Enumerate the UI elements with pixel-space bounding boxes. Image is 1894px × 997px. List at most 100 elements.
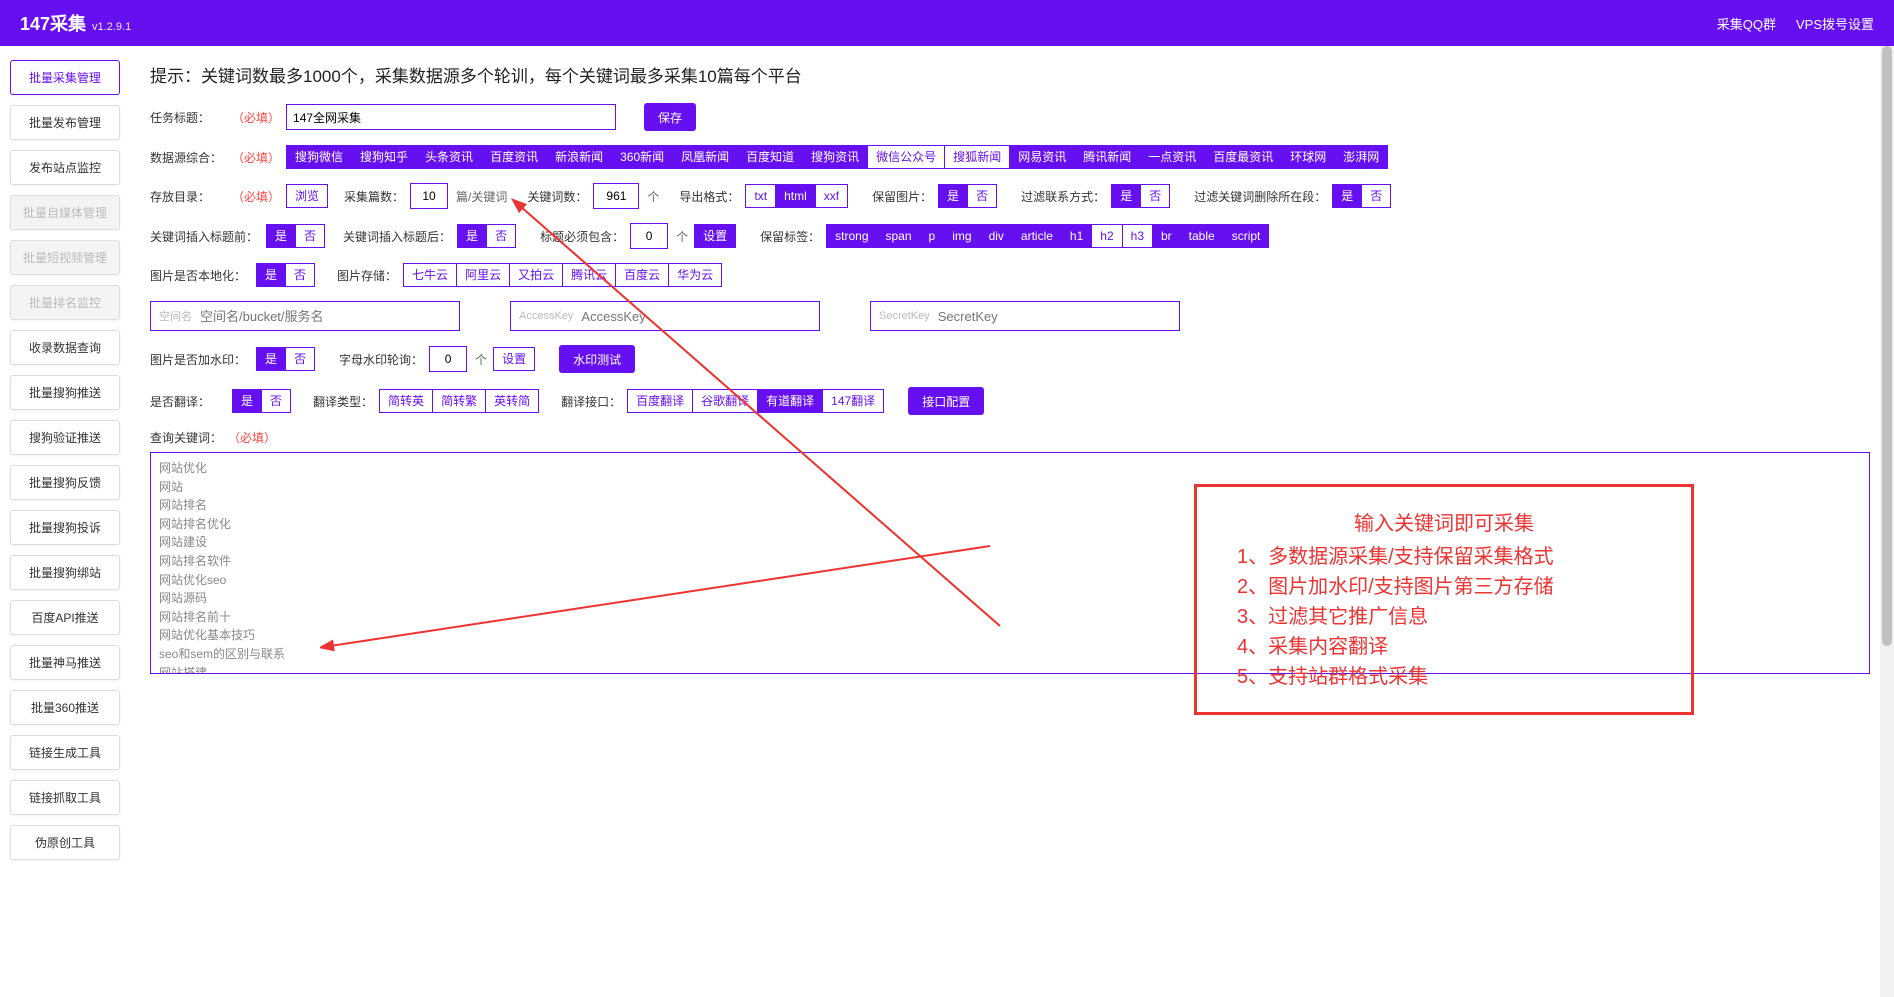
keeptags-opt-5[interactable]: article [1013, 224, 1062, 248]
kw-before-yes[interactable]: 是 [266, 224, 296, 248]
sources-opt-16[interactable]: 澎湃网 [1335, 145, 1388, 169]
exportfmt-opt-1[interactable]: html [776, 184, 816, 208]
keeptags-opt-2[interactable]: p [921, 224, 945, 248]
filter-kw-del-no[interactable]: 否 [1362, 184, 1391, 208]
keeptags-opt-3[interactable]: img [944, 224, 980, 248]
secretkey-input-wrap[interactable]: SecretKey [870, 301, 1180, 331]
scrollbar[interactable] [1880, 46, 1894, 997]
imgstores-opt-2[interactable]: 又拍云 [510, 263, 563, 287]
imgstores-opt-1[interactable]: 阿里云 [457, 263, 510, 287]
sources-opt-11[interactable]: 网易资讯 [1010, 145, 1075, 169]
transtypes-opt-0[interactable]: 简转英 [379, 389, 433, 413]
sidebar-item-0[interactable]: 批量采集管理 [10, 60, 120, 95]
browse-button[interactable]: 浏览 [286, 184, 328, 208]
link-vps[interactable]: VPS拨号设置 [1796, 14, 1874, 33]
collect-num-input[interactable] [410, 183, 448, 209]
kw-count-input[interactable] [593, 183, 639, 209]
sidebar-item-12[interactable]: 百度API推送 [10, 600, 120, 635]
filter-contact-no[interactable]: 否 [1141, 184, 1170, 208]
kw-after-yes[interactable]: 是 [457, 224, 487, 248]
keep-img-yes[interactable]: 是 [938, 184, 968, 208]
imgstores-opt-4[interactable]: 百度云 [616, 263, 669, 287]
imgstores-opt-5[interactable]: 华为云 [669, 263, 722, 287]
sources-opt-10[interactable]: 搜狐新闻 [945, 145, 1010, 169]
space-input-wrap[interactable]: 空间名 [150, 301, 460, 331]
keeptags-opt-8[interactable]: h3 [1123, 224, 1153, 248]
kw-before-no[interactable]: 否 [296, 224, 325, 248]
scrollbar-thumb[interactable] [1882, 46, 1892, 646]
sources-opt-13[interactable]: 一点资讯 [1140, 145, 1205, 169]
sidebar-item-2[interactable]: 发布站点监控 [10, 150, 120, 185]
keeptags-opt-9[interactable]: br [1153, 224, 1181, 248]
sources-opt-8[interactable]: 搜狗资讯 [803, 145, 868, 169]
accesskey-input[interactable] [581, 309, 811, 324]
sidebar-item-7[interactable]: 批量搜狗推送 [10, 375, 120, 410]
secretkey-input[interactable] [938, 309, 1171, 324]
sidebar-item-13[interactable]: 批量神马推送 [10, 645, 120, 680]
sidebar-item-14[interactable]: 批量360推送 [10, 690, 120, 725]
filter-kw-del-yes[interactable]: 是 [1332, 184, 1362, 208]
imgstores-opt-3[interactable]: 腾讯云 [563, 263, 616, 287]
keeptags-opt-11[interactable]: script [1224, 224, 1270, 248]
sources-opt-1[interactable]: 搜狗知乎 [352, 145, 417, 169]
sources-opt-7[interactable]: 百度知道 [738, 145, 803, 169]
sidebar-item-10[interactable]: 批量搜狗投诉 [10, 510, 120, 545]
kw-after-no[interactable]: 否 [487, 224, 516, 248]
transapis-opt-2[interactable]: 有道翻译 [758, 389, 823, 413]
sidebar-item-11[interactable]: 批量搜狗绑站 [10, 555, 120, 590]
sources-opt-4[interactable]: 新浪新闻 [547, 145, 612, 169]
sources-opt-3[interactable]: 百度资讯 [482, 145, 547, 169]
rotate-input[interactable] [429, 346, 467, 372]
transtypes-opt-2[interactable]: 英转简 [486, 389, 539, 413]
sources-opt-14[interactable]: 百度最资讯 [1205, 145, 1282, 169]
exportfmt-opt-2[interactable]: xxf [816, 184, 848, 208]
sources-opt-5[interactable]: 360新闻 [612, 145, 673, 169]
keeptags-opt-10[interactable]: table [1181, 224, 1224, 248]
accesskey-input-wrap[interactable]: AccessKey [510, 301, 820, 331]
save-button[interactable]: 保存 [644, 103, 696, 131]
keeptags-opt-7[interactable]: h2 [1092, 224, 1122, 248]
sources-opt-9[interactable]: 微信公众号 [868, 145, 945, 169]
trans-type-group: 简转英简转繁英转简 [379, 389, 539, 413]
imgstores-opt-0[interactable]: 七牛云 [403, 263, 457, 287]
img-wm-no[interactable]: 否 [286, 347, 315, 371]
keeptags-opt-4[interactable]: div [981, 224, 1013, 248]
transapis-opt-1[interactable]: 谷歌翻译 [693, 389, 758, 413]
sidebar-item-1[interactable]: 批量发布管理 [10, 105, 120, 140]
sources-opt-6[interactable]: 凤凰新闻 [673, 145, 738, 169]
img-local-yes[interactable]: 是 [256, 263, 286, 287]
rotate-set-button[interactable]: 设置 [493, 347, 535, 371]
exportfmt-opt-0[interactable]: txt [745, 184, 776, 208]
keeptags-opt-0[interactable]: strong [826, 224, 877, 248]
transtypes-opt-1[interactable]: 简转繁 [433, 389, 486, 413]
sidebar-item-8[interactable]: 搜狗验证推送 [10, 420, 120, 455]
space-input[interactable] [200, 309, 451, 324]
sources-opt-12[interactable]: 腾讯新闻 [1075, 145, 1140, 169]
sidebar-item-16[interactable]: 链接抓取工具 [10, 780, 120, 815]
title-set-button[interactable]: 设置 [694, 224, 736, 248]
api-cfg-button[interactable]: 接口配置 [908, 387, 984, 415]
is-trans-no[interactable]: 否 [262, 389, 291, 413]
keeptags-opt-1[interactable]: span [878, 224, 921, 248]
img-wm-yes[interactable]: 是 [256, 347, 286, 371]
link-qq[interactable]: 采集QQ群 [1717, 14, 1776, 33]
sidebar-item-6[interactable]: 收录数据查询 [10, 330, 120, 365]
keep-img-no[interactable]: 否 [968, 184, 997, 208]
sidebar-item-3: 批量自媒体管理 [10, 195, 120, 230]
wm-test-button[interactable]: 水印测试 [559, 345, 635, 373]
sources-opt-2[interactable]: 头条资讯 [417, 145, 482, 169]
sources-opt-0[interactable]: 搜狗微信 [286, 145, 352, 169]
img-local-no[interactable]: 否 [286, 263, 315, 287]
transapis-opt-3[interactable]: 147翻译 [823, 389, 884, 413]
keeptags-opt-6[interactable]: h1 [1062, 224, 1092, 248]
keywords-textarea[interactable]: 网站优化 网站 网站排名 网站排名优化 网站建设 网站排名软件 网站优化seo … [150, 452, 1870, 674]
sidebar-item-17[interactable]: 伪原创工具 [10, 825, 120, 860]
is-trans-yes[interactable]: 是 [232, 389, 262, 413]
task-title-input[interactable] [286, 104, 616, 130]
sidebar-item-9[interactable]: 批量搜狗反馈 [10, 465, 120, 500]
sources-opt-15[interactable]: 环球网 [1282, 145, 1335, 169]
title-must-input[interactable] [630, 223, 668, 249]
sidebar-item-15[interactable]: 链接生成工具 [10, 735, 120, 770]
filter-contact-yes[interactable]: 是 [1111, 184, 1141, 208]
transapis-opt-0[interactable]: 百度翻译 [627, 389, 693, 413]
